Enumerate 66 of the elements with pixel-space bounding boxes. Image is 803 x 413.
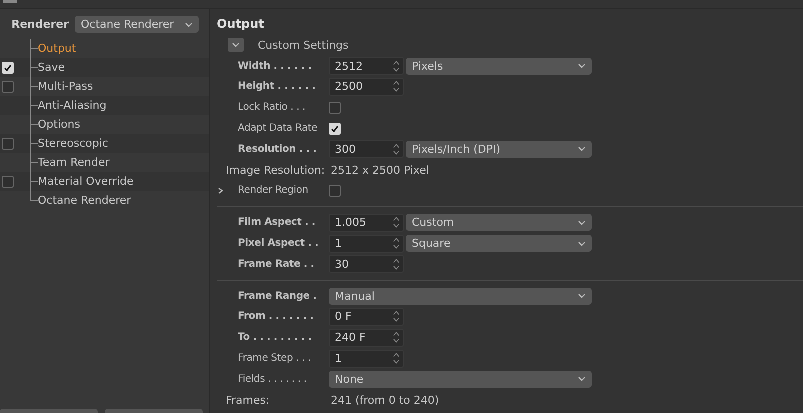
dropdown[interactable]: Pixels/Inch (DPI) xyxy=(406,140,592,158)
tree-item[interactable]: Save xyxy=(38,61,66,74)
section-title: Output xyxy=(217,17,266,33)
number-field[interactable]: 0 F xyxy=(329,308,404,326)
dropdown[interactable]: Manual xyxy=(329,288,592,305)
chevron-down-icon xyxy=(578,240,586,247)
dropdown[interactable]: Square xyxy=(406,235,592,252)
info-label: Frames: xyxy=(225,394,271,407)
stepper-arrows-icon[interactable] xyxy=(393,331,400,344)
chevron-down-icon xyxy=(578,63,586,70)
number-field[interactable]: 2500 xyxy=(329,78,404,96)
dropdown[interactable]: Octane Renderer xyxy=(75,16,199,33)
chevron-down-icon xyxy=(578,220,586,226)
tree-item[interactable]: Multi-Pass xyxy=(38,80,94,93)
checkbox[interactable] xyxy=(2,80,14,92)
field-label: To . . . . . . . . . xyxy=(237,332,313,344)
field-label: Fields . . . . . . . xyxy=(237,374,308,385)
field-label: Adapt Data Rate xyxy=(237,123,319,134)
field-label: Custom Settings xyxy=(258,38,349,52)
number-field[interactable]: 1.005 xyxy=(329,214,404,232)
renderer-label: Renderer xyxy=(12,18,69,31)
dropdown[interactable]: Custom xyxy=(406,214,592,232)
dropdown[interactable]: Pixels xyxy=(406,58,592,75)
field-label: Height . . . . . . xyxy=(237,81,317,92)
field-label: Resolution . . . xyxy=(237,144,318,155)
stepper-arrows-icon[interactable] xyxy=(393,237,400,250)
field-label: Width . . . . . . xyxy=(237,60,313,72)
tree-item[interactable]: Options xyxy=(38,118,80,131)
number-field[interactable]: 240 F xyxy=(329,328,404,347)
field-label: Frame Step . . . xyxy=(237,353,312,364)
tree-item[interactable]: Team Render xyxy=(38,156,110,169)
stepper-arrows-icon[interactable] xyxy=(393,258,400,271)
field-label: Film Aspect . . xyxy=(237,217,316,228)
tree-item[interactable]: Output xyxy=(38,42,76,55)
stepper-arrows-icon[interactable] xyxy=(393,80,400,94)
chevron-down-icon xyxy=(232,42,240,48)
stepper-arrows-icon[interactable] xyxy=(393,60,400,73)
info-value: 241 (from 0 to 240) xyxy=(331,394,440,407)
stepper-arrows-icon[interactable] xyxy=(393,352,400,366)
field-label: Lock Ratio . . . xyxy=(237,102,307,114)
checkbox[interactable] xyxy=(2,138,14,150)
tree-item[interactable]: Octane Renderer xyxy=(38,194,132,207)
field-label: From . . . . . . . xyxy=(237,311,315,322)
checkbox[interactable] xyxy=(2,176,14,188)
chevron-down-icon xyxy=(185,22,193,28)
field-label: Frame Range . xyxy=(237,290,318,302)
info-value: 2512 x 2500 Pixel xyxy=(331,164,430,177)
toggle-button[interactable] xyxy=(228,38,244,52)
dropdown[interactable]: None xyxy=(329,370,592,388)
field-label: Render Region xyxy=(237,185,310,196)
number-field[interactable]: 1 xyxy=(329,350,404,368)
info-label: Image Resolution: xyxy=(225,164,326,177)
stepper-arrows-icon[interactable] xyxy=(393,216,400,230)
field-label: Frame Rate . . xyxy=(237,258,316,270)
chevron-down-icon xyxy=(578,376,586,382)
number-field[interactable]: 1 xyxy=(329,234,404,253)
stepper-arrows-icon[interactable] xyxy=(393,142,400,156)
number-field[interactable]: 2512 xyxy=(329,57,404,76)
number-field[interactable]: 30 xyxy=(329,255,404,274)
stepper-arrows-icon[interactable] xyxy=(393,310,400,324)
number-field[interactable]: 300 xyxy=(329,140,404,158)
checkbox[interactable] xyxy=(329,102,341,114)
chevron-down-icon xyxy=(578,146,586,152)
checkbox[interactable] xyxy=(329,184,341,197)
chevron-down-icon xyxy=(578,293,586,300)
field-label: Pixel Aspect . . xyxy=(237,238,320,250)
